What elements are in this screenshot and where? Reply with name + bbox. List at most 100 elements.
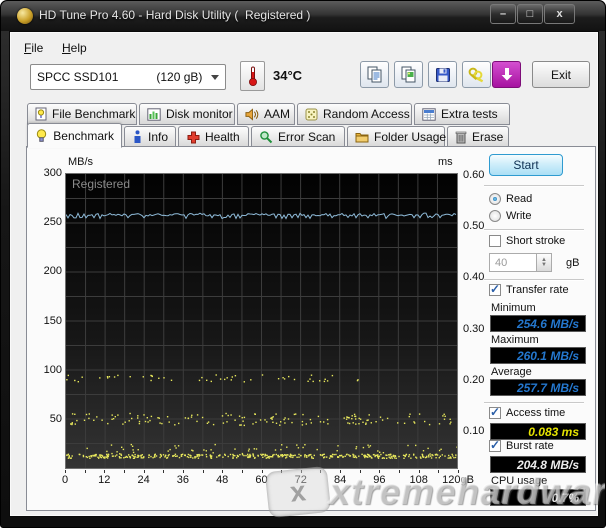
tab-extra-tests[interactable]: Extra tests [414, 103, 510, 125]
tab-aam[interactable]: AAM [237, 103, 295, 125]
benchmark-controls-panel: Start Read Write Short stroke 40 ▲ ▼ [484, 150, 588, 495]
access-time-label: Access time [506, 407, 565, 419]
x-axis-minor-tick [281, 470, 282, 473]
separator [484, 229, 584, 231]
temperature-button[interactable] [240, 61, 265, 91]
access-time-value: 0.083 ms [490, 423, 586, 440]
x-axis-minor-tick [65, 470, 66, 473]
y-axis-right-tick: 0.60 [463, 169, 484, 181]
options-keys-icon [468, 67, 485, 83]
tab-benchmark[interactable]: Benchmark [27, 123, 122, 148]
checkbox-checked-icon [489, 407, 501, 419]
file-benchmark-icon [35, 107, 47, 121]
save-icon [435, 67, 451, 83]
tab-file-benchmark[interactable]: File Benchmark [27, 103, 137, 125]
tab-label: Disk monitor [166, 107, 233, 121]
tab-label: Error Scan [278, 130, 335, 144]
x-axis-minor-tick [262, 470, 263, 473]
magnifier-icon [259, 130, 273, 144]
stroke-size-stepper[interactable]: ▲ ▼ [537, 253, 552, 272]
transfer-rate-label: Transfer rate [506, 284, 569, 296]
registered-watermark: Registered [72, 177, 130, 191]
tab-label: AAM [264, 107, 290, 121]
tab-label: Benchmark [53, 129, 114, 143]
copy-text-button[interactable] [360, 61, 389, 88]
x-axis-minor-tick [320, 470, 321, 473]
transfer-rate-checkbox[interactable]: Transfer rate [489, 284, 569, 296]
x-axis-minor-tick [163, 470, 164, 473]
access-time-checkbox[interactable]: Access time [489, 407, 565, 419]
x-axis-tick: 60 [242, 474, 282, 486]
chevron-down-icon [211, 75, 219, 80]
burst-rate-checkbox[interactable]: Burst rate [489, 440, 554, 452]
trash-icon [455, 130, 467, 144]
tab-info[interactable]: Info [124, 126, 176, 148]
tab-erase[interactable]: Erase [447, 126, 509, 148]
y-axis-right-tick: 0.10 [463, 425, 484, 437]
write-label: Write [506, 210, 531, 222]
tab-disk-monitor[interactable]: Disk monitor [139, 103, 235, 125]
x-axis-minor-tick [340, 470, 341, 473]
read-radio[interactable]: Read [489, 193, 532, 205]
tab-label: Erase [472, 130, 503, 144]
disk-monitor-icon [147, 107, 161, 121]
drive-name: SPCC SSD101 [37, 70, 118, 84]
x-axis-tick: 48 [202, 474, 242, 486]
tab-error-scan[interactable]: Error Scan [251, 126, 345, 148]
stroke-size-value: 40 [495, 257, 507, 269]
tab-random-access[interactable]: Random Access [297, 103, 412, 125]
maximum-label: Maximum [491, 334, 539, 346]
exit-button[interactable]: Exit [532, 61, 590, 88]
burst-rate-value: 204.8 MB/s [490, 456, 586, 473]
copy-text-icon [367, 66, 383, 83]
y-axis-left-tick: 300 [28, 167, 62, 179]
maximize-button[interactable]: □ [517, 4, 543, 24]
drive-select-dropdown[interactable]: SPCC SSD101 (120 gB) [30, 64, 226, 90]
dice-icon [305, 107, 318, 121]
write-radio[interactable]: Write [489, 210, 531, 222]
y-axis-right-tick: 0.40 [463, 271, 484, 283]
x-axis-minor-tick [301, 470, 302, 473]
x-axis-minor-tick [438, 470, 439, 473]
copy-image-icon [401, 66, 417, 83]
x-axis-tick: 0 [45, 474, 85, 486]
bulb-icon [35, 129, 48, 143]
start-button[interactable]: Start [489, 154, 563, 176]
tab-label: Info [148, 130, 168, 144]
short-stroke-checkbox[interactable]: Short stroke [489, 235, 565, 247]
average-value: 257.7 MB/s [490, 379, 586, 396]
burst-rate-label: Burst rate [506, 440, 554, 452]
x-axis-minor-tick [85, 470, 86, 473]
copy-image-button[interactable] [394, 61, 423, 88]
read-label: Read [506, 193, 532, 205]
y-axis-right-tick: 0.50 [463, 220, 484, 232]
separator [484, 185, 584, 187]
y-axis-left-tick: 250 [28, 216, 62, 228]
separator [484, 402, 584, 404]
tab-health[interactable]: Health [178, 126, 249, 148]
close-button[interactable]: x [544, 4, 575, 24]
thermometer-icon [248, 65, 258, 87]
tab-folder-usage[interactable]: Folder Usage [347, 126, 445, 148]
minimize-button[interactable]: – [490, 4, 516, 24]
save-button[interactable] [428, 61, 457, 88]
menu-file[interactable]: File [20, 39, 47, 57]
x-axis-minor-tick [124, 470, 125, 473]
client-area: File Help SPCC SSD101 (120 gB) 34°C [9, 31, 599, 517]
stroke-size-input[interactable]: 40 [489, 253, 537, 272]
update-arrow-icon [500, 67, 514, 82]
options-button[interactable] [462, 61, 491, 88]
maximum-value: 260.1 MB/s [490, 347, 586, 364]
short-stroke-label: Short stroke [506, 235, 565, 247]
spinner-down-icon: ▼ [541, 263, 547, 268]
x-axis-minor-tick [203, 470, 204, 473]
update-button[interactable] [492, 61, 521, 88]
tab-label: Health [205, 130, 240, 144]
minimum-value: 254.6 MB/s [490, 315, 586, 332]
minimum-label: Minimum [491, 302, 536, 314]
x-axis-minor-tick [360, 470, 361, 473]
x-axis-minor-tick [144, 470, 145, 473]
menu-help[interactable]: Help [58, 39, 91, 57]
tab-label: Random Access [323, 107, 410, 121]
window-title: HD Tune Pro 4.60 - Hard Disk Utility ( R… [39, 8, 310, 22]
